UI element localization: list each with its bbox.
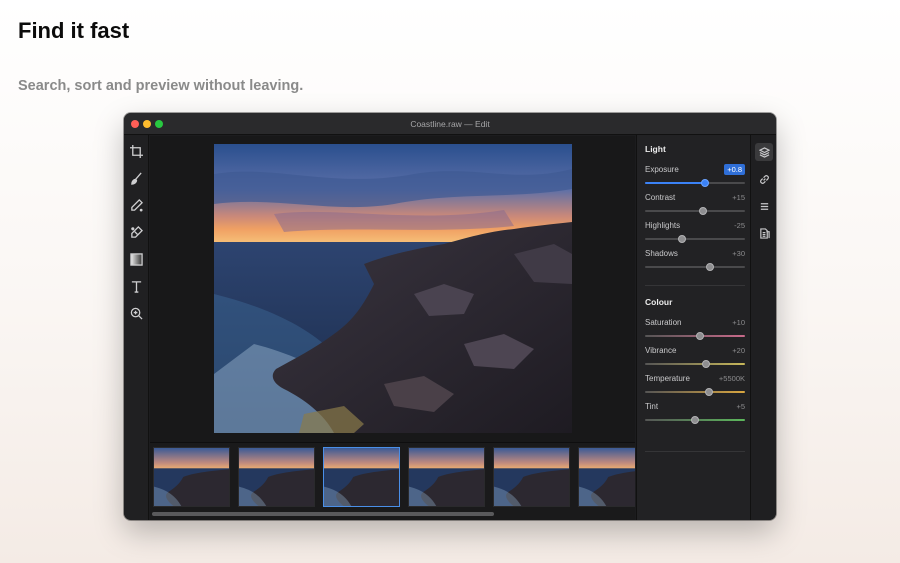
crop-icon	[130, 145, 143, 158]
canvas-area[interactable]	[150, 136, 635, 442]
adjustments-panel: Light Colour Exposure +0.8 Contrast +15 High…	[636, 135, 750, 520]
slider-track[interactable]	[645, 416, 745, 424]
text-tool-button[interactable]	[129, 279, 144, 294]
slider-label: Contrast	[645, 193, 676, 202]
slider-value: -25	[734, 221, 745, 230]
filmstrip-thumbnail[interactable]	[323, 447, 400, 507]
filmstrip	[150, 442, 635, 520]
document-button[interactable]	[755, 224, 773, 242]
slider-label: Exposure	[645, 165, 679, 174]
icon-rail	[750, 135, 776, 520]
heal-tool-button[interactable]	[129, 225, 144, 240]
pen-tool-button[interactable]	[129, 198, 144, 213]
text-icon	[131, 281, 142, 293]
slider-thumb[interactable]	[702, 360, 710, 368]
slider-value: +5500K	[718, 374, 745, 383]
slider-track[interactable]	[645, 179, 745, 187]
brush-icon	[131, 172, 142, 185]
gradient-icon	[130, 253, 143, 266]
slider-label: Saturation	[645, 318, 682, 327]
hero-subtitle: Search, sort and preview without leaving…	[18, 78, 304, 94]
slider-vibrance: Vibrance +20	[645, 346, 745, 372]
slider-track[interactable]	[645, 360, 745, 368]
coastline-photo	[214, 144, 572, 433]
slider-thumb[interactable]	[691, 416, 699, 424]
list-button[interactable]	[755, 197, 773, 215]
slider-label: Shadows	[645, 249, 678, 258]
slider-label: Temperature	[645, 374, 690, 383]
slider-track[interactable]	[645, 332, 745, 340]
layers-icon	[758, 146, 770, 158]
tool-sidebar	[124, 135, 149, 520]
filmstrip-thumbnail[interactable]	[408, 447, 485, 507]
slider-temperature: Temperature +5500K	[645, 374, 745, 400]
main-photo[interactable]	[214, 144, 572, 433]
slider-fill	[645, 182, 705, 184]
slider-thumb[interactable]	[678, 235, 686, 243]
title-bar: Coastline.raw — Edit	[124, 113, 776, 135]
layers-button[interactable]	[755, 143, 773, 161]
slider-track[interactable]	[645, 235, 745, 243]
filmstrip-thumbnail[interactable]	[493, 447, 570, 507]
slider-thumb[interactable]	[705, 388, 713, 396]
slider-value: +20	[732, 346, 745, 355]
slider-shadows: Shadows +30	[645, 249, 745, 275]
gradient-tool-button[interactable]	[129, 252, 144, 267]
slider-thumb[interactable]	[706, 263, 714, 271]
slider-thumb[interactable]	[696, 332, 704, 340]
slider-value[interactable]: +0.8	[724, 164, 745, 175]
slider-highlights: Highlights -25	[645, 221, 745, 247]
filmstrip-thumbnail[interactable]	[238, 447, 315, 507]
slider-saturation: Saturation +10	[645, 318, 745, 344]
section-divider	[645, 285, 745, 286]
filmstrip-thumbnail[interactable]	[153, 447, 230, 507]
section-divider	[645, 451, 745, 452]
slider-thumb[interactable]	[699, 207, 707, 215]
heal-icon	[131, 226, 143, 238]
editor-window: Coastline.raw — Edit Light Colour Exposu…	[124, 113, 776, 520]
slider-track[interactable]	[645, 207, 745, 215]
filmstrip-scrollbar[interactable]	[152, 512, 633, 517]
zoom-icon	[130, 307, 143, 320]
slider-value: +5	[736, 402, 745, 411]
light-section-title: Light	[645, 144, 666, 154]
colour-section-title: Colour	[645, 297, 673, 307]
filmstrip-thumbnail[interactable]	[578, 447, 635, 507]
crop-tool-button[interactable]	[129, 144, 144, 159]
slider-thumb[interactable]	[701, 179, 709, 187]
link-icon	[759, 174, 769, 184]
slider-label: Vibrance	[645, 346, 677, 355]
slider-tint: Tint +5	[645, 402, 745, 428]
document-icon	[759, 227, 770, 239]
hero-title: Find it fast	[18, 18, 130, 43]
list-icon	[760, 202, 768, 210]
slider-value: +15	[732, 193, 745, 202]
link-button[interactable]	[755, 170, 773, 188]
slider-value: +10	[732, 318, 745, 327]
pen-icon	[131, 199, 143, 212]
slider-value: +30	[732, 249, 745, 258]
filmstrip-scrollbar-thumb[interactable]	[152, 512, 494, 516]
slider-label: Tint	[645, 402, 659, 411]
brush-tool-button[interactable]	[129, 171, 144, 186]
slider-track[interactable]	[645, 263, 745, 271]
window-title: Coastline.raw — Edit	[410, 119, 490, 129]
slider-contrast: Contrast +15	[645, 193, 745, 219]
slider-label: Highlights	[645, 221, 681, 230]
slider-track[interactable]	[645, 388, 745, 396]
slider-exposure: Exposure +0.8	[645, 164, 745, 191]
zoom-tool-button[interactable]	[129, 306, 144, 321]
